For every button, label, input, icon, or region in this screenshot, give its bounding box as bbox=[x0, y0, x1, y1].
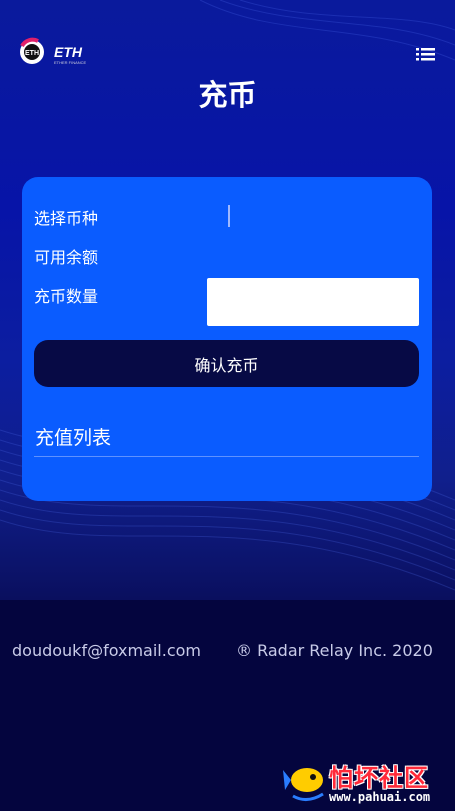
footer-email[interactable]: doudoukf@foxmail.com bbox=[12, 641, 201, 660]
confirm-deposit-label: 确认充币 bbox=[194, 355, 259, 375]
logo-subtext: ETHER FINANCE bbox=[54, 60, 87, 65]
watermark-url: www.pahuai.com bbox=[329, 790, 431, 804]
coin-select[interactable] bbox=[228, 205, 230, 227]
footer-copyright: ® Radar Relay Inc. 2020 bbox=[236, 641, 433, 660]
available-balance-label: 可用余额 bbox=[34, 248, 99, 267]
amount-label: 充币数量 bbox=[34, 287, 99, 306]
logo-wordmark: ETH bbox=[54, 44, 83, 60]
deposit-list-title: 充值列表 bbox=[35, 427, 112, 449]
watermark-text: 怕坏社区 bbox=[329, 764, 429, 792]
select-coin-label: 选择币种 bbox=[34, 209, 99, 228]
page-title: 充币 bbox=[198, 78, 257, 112]
confirm-deposit-button[interactable]: 确认充币 bbox=[34, 340, 419, 387]
site-watermark: 怕坏社区 www.pahuai.com bbox=[283, 758, 453, 808]
svg-text:ETH: ETH bbox=[25, 50, 39, 57]
menu-button[interactable] bbox=[414, 45, 438, 63]
list-menu-icon bbox=[416, 48, 435, 61]
deposit-card: 选择币种 可用余额 充币数量 确认充币 充值列表 bbox=[22, 177, 432, 501]
amount-input[interactable] bbox=[207, 278, 419, 326]
list-divider bbox=[34, 456, 419, 457]
fish-logo-icon bbox=[283, 768, 324, 801]
app-logo[interactable]: ETH ETH ETHER FINANCE bbox=[18, 36, 88, 68]
eth-logo-icon: ETH ETH ETHER FINANCE bbox=[20, 37, 87, 65]
